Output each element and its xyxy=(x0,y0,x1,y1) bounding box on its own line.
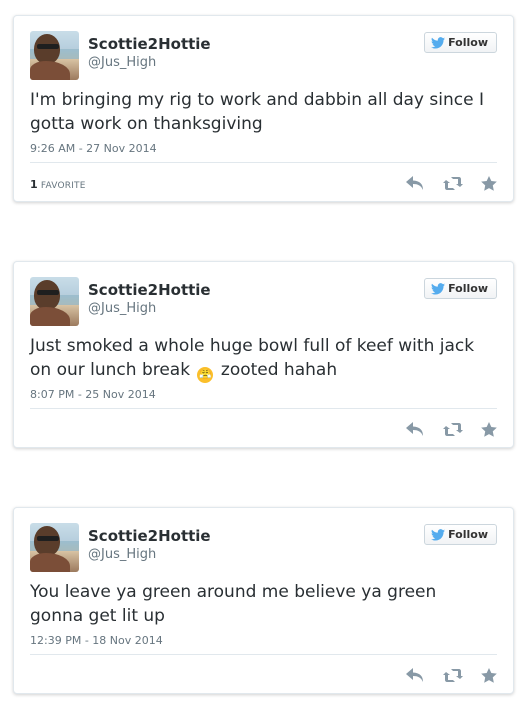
twitter-bird-icon xyxy=(431,528,446,541)
twitter-bird-icon xyxy=(431,36,446,49)
author-name[interactable]: Scottie2Hottie xyxy=(88,35,211,53)
favorite-count-value: 1 xyxy=(30,178,38,191)
reply-icon[interactable] xyxy=(406,422,425,441)
follow-button[interactable]: Follow xyxy=(424,278,497,299)
author-handle[interactable]: @Jus_High xyxy=(88,547,156,562)
favorite-count[interactable]: 1 FAVORITE xyxy=(30,178,86,191)
reply-icon[interactable] xyxy=(406,668,425,687)
tweet-card: Scottie2Hottie @Jus_High Follow I'm brin… xyxy=(13,15,514,202)
tweet-timestamp[interactable]: 9:26 AM - 27 Nov 2014 xyxy=(30,142,157,155)
star-icon[interactable] xyxy=(481,422,497,441)
avatar[interactable] xyxy=(30,523,79,572)
tweet-card: Scottie2Hottie @Jus_High Follow Just smo… xyxy=(13,261,514,448)
follow-label: Follow xyxy=(448,36,488,49)
avatar[interactable] xyxy=(30,277,79,326)
tweet-text: I'm bringing my rig to work and dabbin a… xyxy=(30,90,484,134)
reply-icon[interactable] xyxy=(406,176,425,195)
tweet-timestamp[interactable]: 12:39 PM - 18 Nov 2014 xyxy=(30,634,163,647)
author-handle[interactable]: @Jus_High xyxy=(88,301,156,316)
divider xyxy=(30,408,497,409)
tweet-actions xyxy=(406,422,497,441)
favorite-count-label: FAVORITE xyxy=(40,181,86,191)
follow-label: Follow xyxy=(448,282,488,295)
retweet-icon[interactable] xyxy=(443,176,463,195)
divider xyxy=(30,162,497,163)
tweet-card: Scottie2Hottie @Jus_High Follow You leav… xyxy=(13,507,514,694)
retweet-icon[interactable] xyxy=(443,422,463,441)
tweet-text: You leave ya green around me believe ya … xyxy=(30,582,437,626)
divider xyxy=(30,654,497,655)
author-handle[interactable]: @Jus_High xyxy=(88,55,156,70)
author-name[interactable]: Scottie2Hottie xyxy=(88,281,211,299)
tweet-text: Just smoked a whole huge bowl full of ke… xyxy=(30,334,487,383)
emoji-icon: 😤 xyxy=(197,367,214,383)
follow-button[interactable]: Follow xyxy=(424,524,497,545)
author-name[interactable]: Scottie2Hottie xyxy=(88,527,211,545)
tweet-actions xyxy=(406,668,497,687)
follow-button[interactable]: Follow xyxy=(424,32,497,53)
tweet-actions xyxy=(406,176,497,195)
avatar[interactable] xyxy=(30,31,79,80)
twitter-bird-icon xyxy=(431,282,446,295)
tweet-text-part: zooted hahah xyxy=(220,360,338,380)
retweet-icon[interactable] xyxy=(443,668,463,687)
tweet-timestamp[interactable]: 8:07 PM - 25 Nov 2014 xyxy=(30,388,156,401)
star-icon[interactable] xyxy=(481,668,497,687)
star-icon[interactable] xyxy=(481,176,497,195)
follow-label: Follow xyxy=(448,528,488,541)
